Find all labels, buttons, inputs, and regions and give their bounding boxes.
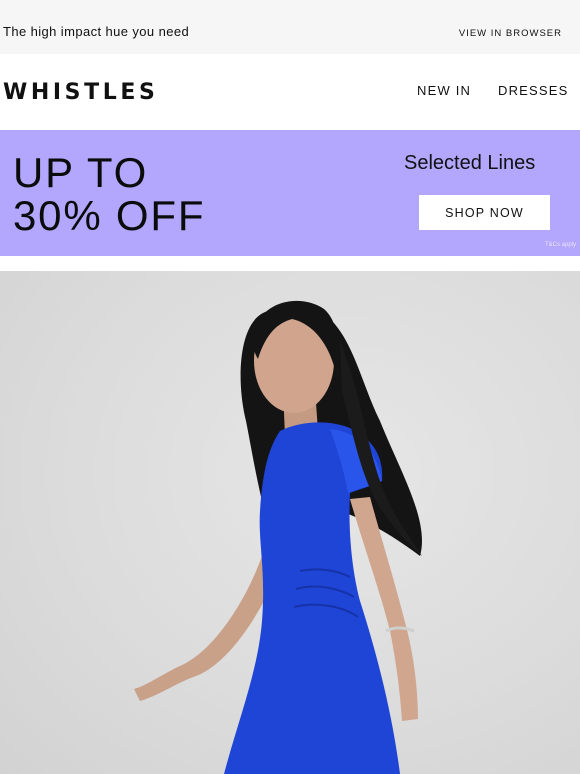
promo-headline-line-2: 30% OFF xyxy=(13,192,206,239)
view-in-browser-link[interactable]: VIEW IN BROWSER xyxy=(459,28,562,39)
hero-image[interactable] xyxy=(0,271,580,774)
spacer xyxy=(0,256,580,271)
preheader-text: The high impact hue you need xyxy=(3,24,190,39)
nav-dresses[interactable]: DRESSES xyxy=(498,83,569,98)
preheader-bar: The high impact hue you need VIEW IN BRO… xyxy=(0,0,580,54)
email-header: WHISTLES NEW IN DRESSES xyxy=(0,54,580,130)
nav-new-in[interactable]: NEW IN xyxy=(417,83,471,98)
promo-subhead: Selected Lines xyxy=(404,152,536,174)
promo-headline-line-1: UP TO xyxy=(13,149,149,196)
model-illustration xyxy=(134,300,422,774)
terms-note: T&Cs apply xyxy=(544,242,576,248)
promo-banner[interactable]: UP TO 30% OFF Selected Lines T&Cs apply xyxy=(0,130,580,256)
shop-now-button[interactable]: SHOP NOW xyxy=(419,195,550,230)
brand-logo[interactable]: WHISTLES xyxy=(3,80,158,105)
